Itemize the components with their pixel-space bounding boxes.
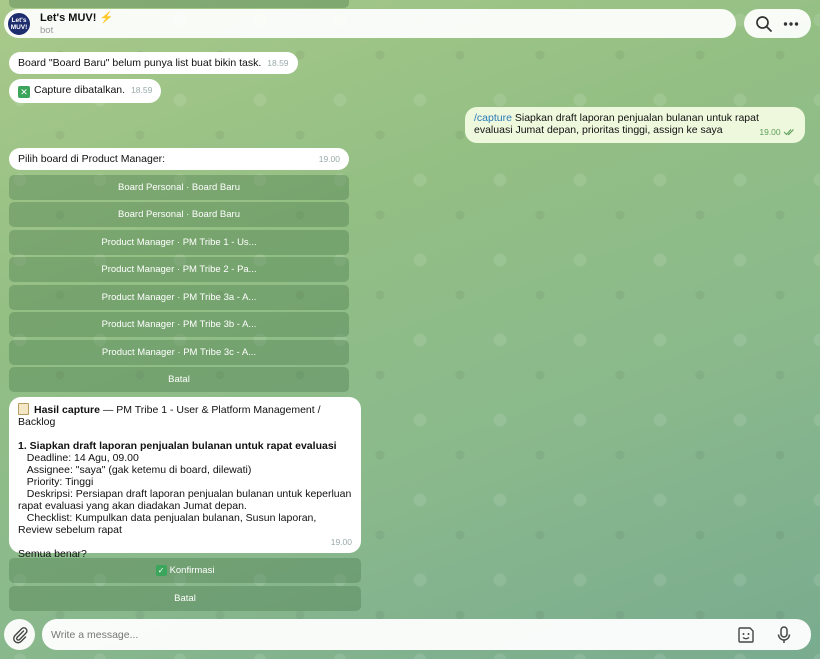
confirm-label: Konfirmasi: [169, 565, 215, 576]
memo-icon: [18, 403, 29, 415]
capture-item-details: Deadline: 14 Agu, 09.00 Assignee: "saya"…: [18, 452, 352, 536]
search-icon[interactable]: [754, 14, 774, 34]
message-time: 18.59: [131, 85, 153, 95]
cross-mark-icon: ✕: [18, 86, 30, 98]
message-text: Siapkan draft laporan penjualan bulanan …: [474, 112, 759, 136]
check-mark-icon: ✓: [155, 565, 167, 576]
board-option-button[interactable]: Product Manager · PM Tribe 1 - Us...: [9, 230, 349, 255]
message-choose-board: Pilih board di Product Manager: 19.00: [9, 148, 349, 170]
message-text: Capture dibatalkan.: [34, 84, 126, 96]
message-board-no-list: Board "Board Baru" belum punya list buat…: [9, 52, 298, 74]
previous-keyboard-button[interactable]: [9, 0, 349, 8]
message-text: Pilih board di Product Manager:: [18, 153, 166, 165]
message-text: Board "Board Baru" belum punya list buat…: [18, 57, 262, 69]
message-composer: [42, 619, 811, 650]
capture-item-title: 1. Siapkan draft laporan penjualan bulan…: [18, 440, 337, 452]
paperclip-icon[interactable]: [4, 619, 35, 650]
message-capture-cancelled: ✕ Capture dibatalkan. 18.59: [9, 79, 162, 103]
message-input[interactable]: [51, 628, 731, 641]
board-option-button[interactable]: Product Manager · PM Tribe 3a - A...: [9, 285, 349, 310]
chat-subtitle: bot: [40, 24, 54, 36]
message-time: 19.00: [318, 154, 340, 164]
board-option-button[interactable]: Product Manager · PM Tribe 2 - Pa...: [9, 257, 349, 282]
message-time: 18.59: [267, 58, 289, 68]
message-user-capture: /capture Siapkan draft laporan penjualan…: [465, 107, 805, 143]
header-actions: [744, 9, 811, 38]
capture-command-link[interactable]: /capture: [474, 112, 512, 124]
double-check-icon: [783, 129, 794, 136]
sticker-icon[interactable]: [736, 625, 756, 645]
board-option-button[interactable]: Product Manager · PM Tribe 3b - A...: [9, 312, 349, 337]
confirm-button[interactable]: ✓ Konfirmasi: [9, 558, 361, 583]
board-option-button[interactable]: Board Personal · Board Baru: [9, 202, 349, 227]
message-time: 19.00: [759, 127, 781, 137]
message-time-block: 19.00: [759, 126, 796, 138]
board-cancel-button[interactable]: Batal: [9, 367, 349, 392]
board-option-button[interactable]: Product Manager · PM Tribe 3c - A...: [9, 340, 349, 365]
message-capture-result: Hasil capture — PM Tribe 1 - User & Plat…: [9, 397, 361, 560]
chat-header[interactable]: Let's MUV! Let's MUV! ⚡ bot: [4, 9, 736, 38]
microphone-icon[interactable]: [774, 625, 794, 645]
chat-title-block: Let's MUV! ⚡ bot: [40, 12, 113, 36]
cancel-button[interactable]: Batal: [9, 586, 361, 611]
capture-result-title: Hasil capture: [34, 404, 100, 416]
chat-title: Let's MUV! ⚡: [40, 11, 114, 24]
more-dots-icon[interactable]: [781, 14, 801, 34]
board-option-button[interactable]: Board Personal · Board Baru: [9, 175, 349, 200]
capture-result-heading: Hasil capture — PM Tribe 1 - User & Plat…: [18, 403, 352, 428]
message-time: 19.00: [330, 537, 352, 547]
avatar[interactable]: Let's MUV!: [7, 11, 31, 36]
